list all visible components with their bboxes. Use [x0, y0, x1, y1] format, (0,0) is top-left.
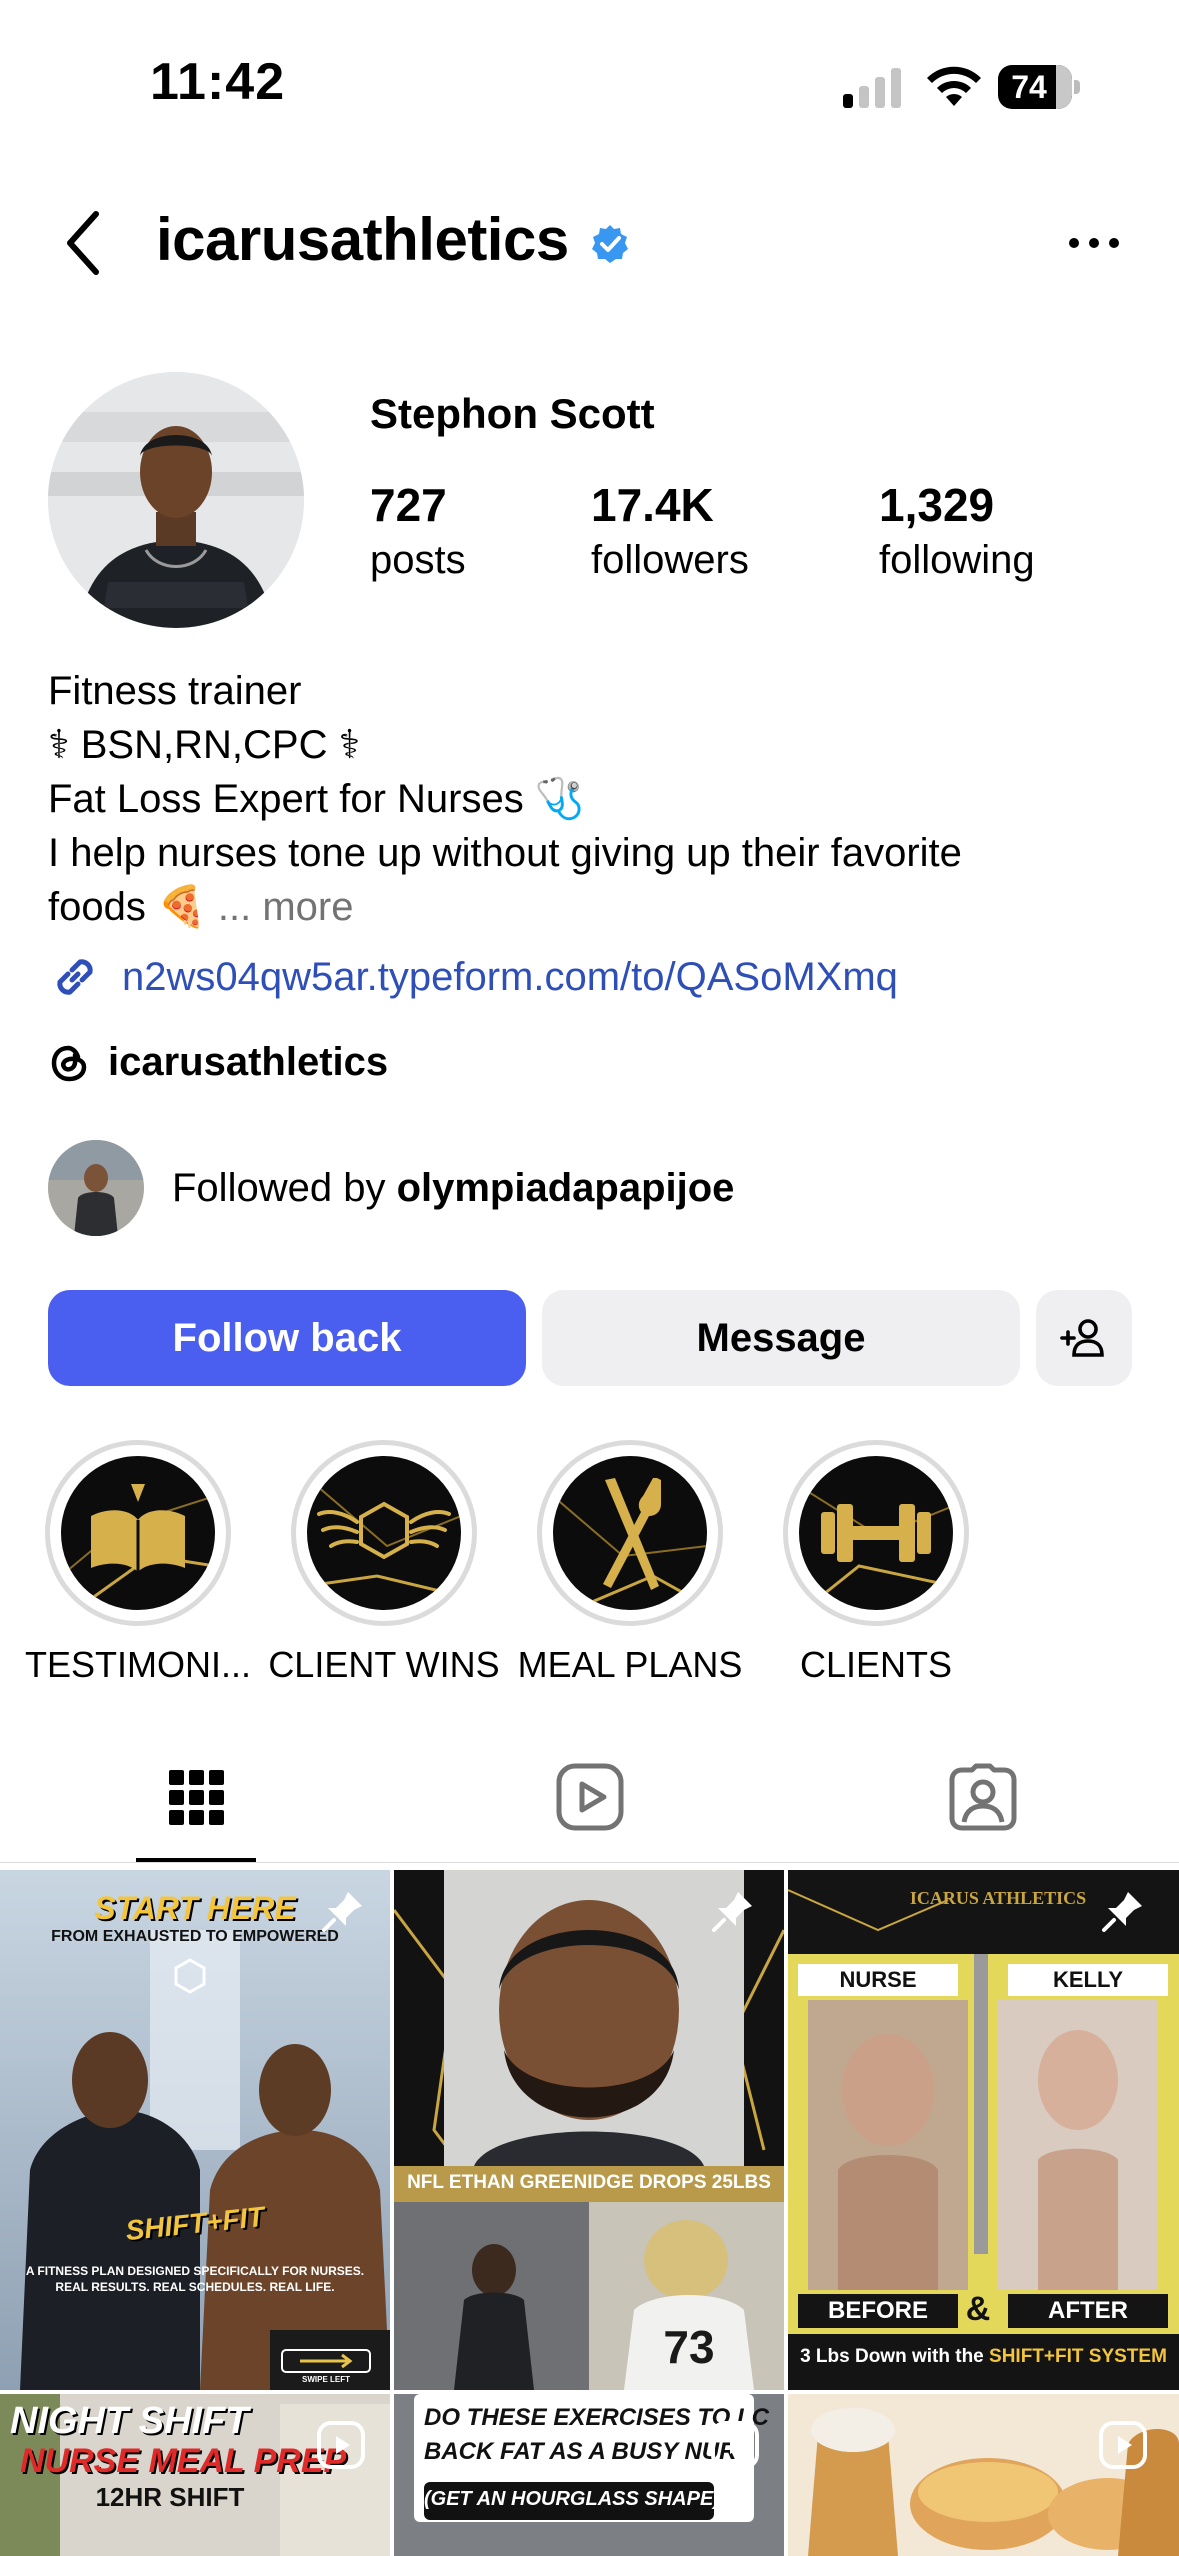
posts-count: 727: [370, 479, 447, 531]
post-tile-2[interactable]: NFL ETHAN GREENIDGE DROPS 25LBS 73: [394, 1870, 784, 2390]
book-icon: [61, 1484, 215, 1608]
post-4-line-2: NURSE MEAL PREP: [20, 2442, 347, 2480]
profile-link[interactable]: n2ws04qw5ar.typeform.com/to/QASoMXmq: [48, 950, 898, 1004]
reel-icon: [1099, 2421, 1147, 2469]
post-2-jersey: 73: [663, 2321, 715, 2373]
post-3-brand: ICARUS ATHLETICS: [909, 1888, 1087, 1908]
followed-by-text: Followed by olympiadapapijoe: [172, 1166, 734, 1211]
highlight-label: TESTIMONI...: [24, 1644, 252, 1685]
threads-handle: icarusathletics: [108, 1040, 389, 1084]
followers-stat[interactable]: 17.4K followers: [591, 478, 749, 583]
threads-icon: [51, 1045, 87, 1081]
post-1-caption-1: A FITNESS PLAN DESIGNED SPECIFICALLY FOR…: [25, 2264, 365, 2278]
threads-badge[interactable]: icarusathletics: [48, 1040, 388, 1085]
post-3-right-label: KELLY: [1008, 1964, 1168, 1996]
post-5-line-3: (GET AN HOURGLASS SHAPE): [424, 2488, 720, 2510]
dumbbell-icon: [799, 1485, 953, 1608]
add-person-icon: [1060, 1319, 1104, 1357]
reels-tab-icon[interactable]: [555, 1762, 625, 1832]
highlight-label: MEAL PLANS: [517, 1644, 743, 1685]
bio-line-1: ⚕ BSN,RN,CPC ⚕: [48, 723, 361, 767]
profile-category: Fitness trainer: [48, 669, 302, 713]
highlight-clients[interactable]: CLIENTS: [776, 1440, 976, 1685]
follow-back-button[interactable]: Follow back: [48, 1290, 526, 1386]
wifi-icon: [927, 66, 981, 106]
highlight-label: CLIENTS: [799, 1644, 953, 1685]
followers-label: followers: [591, 538, 749, 582]
mutual-follower-avatar: [48, 1140, 144, 1236]
post-3-before: BEFORE: [798, 2294, 958, 2328]
profile-full-name: Stephon Scott: [370, 390, 655, 437]
reel-icon: [711, 2421, 759, 2469]
reel-icon: [317, 2421, 365, 2469]
tagged-tab-icon[interactable]: [948, 1762, 1018, 1832]
post-3-left-label: NURSE: [798, 1964, 958, 1996]
highlight-label: CLIENT WINS: [268, 1644, 500, 1685]
wings-icon: [307, 1485, 461, 1598]
battery-level: 74: [1011, 69, 1047, 105]
post-5-line-2: BACK FAT AS A BUSY NUR: [424, 2438, 737, 2465]
bio-line-4: foods 🍕 ... more: [48, 880, 354, 934]
post-3-caption: 3 Lbs Down with the SHIFT+FIT SYSTEM: [788, 2346, 1179, 2368]
bio-line-3: I help nurses tone up without giving up …: [48, 831, 962, 875]
bio-more-link[interactable]: ... more: [218, 885, 354, 929]
highlight-meal-plans[interactable]: MEAL PLANS: [518, 1440, 742, 1685]
post-4-line-1: NIGHT SHIFT: [10, 2400, 249, 2442]
profile-avatar[interactable]: [48, 372, 304, 628]
grid-posts-tab-icon[interactable]: [161, 1762, 231, 1832]
profile-link-text: n2ws04qw5ar.typeform.com/to/QASoMXmq: [122, 954, 898, 999]
following-count: 1,329: [879, 479, 995, 531]
followed-by[interactable]: Followed by olympiadapapijoe: [48, 1140, 734, 1236]
followers-count: 17.4K: [591, 479, 714, 531]
back-arrow-icon[interactable]: [62, 210, 104, 276]
bio-line-4-text: foods 🍕: [48, 885, 207, 929]
highlight-client-wins[interactable]: CLIENT WINS: [268, 1440, 500, 1685]
following-label: following: [879, 538, 1035, 582]
followed-by-prefix: Followed by: [172, 1165, 397, 1210]
post-3-caption-b: SHIFT+FIT SYSTEM: [989, 2346, 1167, 2367]
more-options-icon[interactable]: [1068, 225, 1120, 261]
post-tile-1[interactable]: START HERE FROM EXHAUSTED TO EMPOWERED S…: [0, 1870, 390, 2390]
pinned-icon: [712, 1892, 752, 1932]
following-stat[interactable]: 1,329 following: [879, 478, 1035, 583]
post-tile-6[interactable]: [788, 2394, 1179, 2556]
post-tile-4[interactable]: NIGHT SHIFT NURSE MEAL PREP 12HR SHIFT: [0, 2394, 390, 2556]
message-button[interactable]: Message: [542, 1290, 1020, 1386]
post-tile-3[interactable]: ICARUS ATHLETICS NURSE KELLY BEFORE & AF…: [788, 1870, 1179, 2390]
post-3-caption-a: 3 Lbs Down with the: [800, 2346, 990, 2367]
cellular-signal-icon: [843, 68, 901, 108]
post-1-swipe: SWIPE LEFT: [302, 2375, 350, 2384]
followed-by-name: olympiadapapijoe: [396, 1165, 735, 1210]
profile-username: icarusathletics: [156, 206, 569, 273]
posts-stat[interactable]: 727 posts: [370, 478, 466, 583]
tabs-divider: [0, 1862, 1179, 1863]
post-3-amp: &: [965, 2290, 991, 2328]
post-tile-5[interactable]: DO THESE EXERCISES TO LC BACK FAT AS A B…: [394, 2394, 784, 2556]
verified-badge-icon: [592, 225, 628, 263]
post-2-banner: NFL ETHAN GREENIDGE DROPS 25LBS: [407, 2172, 771, 2193]
fork-knife-icon: [553, 1478, 707, 1610]
link-icon: [57, 959, 93, 995]
status-time: 11:42: [150, 53, 286, 111]
post-1-caption-2: REAL RESULTS. REAL SCHEDULES. REAL LIFE.: [55, 2280, 335, 2294]
pinned-icon: [322, 1892, 362, 1932]
highlight-testimonials[interactable]: TESTIMONI...: [25, 1440, 251, 1685]
pinned-icon: [1102, 1892, 1142, 1932]
post-3-after: AFTER: [1008, 2294, 1168, 2328]
bio-line-2: Fat Loss Expert for Nurses 🩺: [48, 777, 585, 821]
posts-label: posts: [370, 538, 466, 582]
post-4-line-3: 12HR SHIFT: [95, 2482, 245, 2512]
battery-icon: 74: [998, 65, 1080, 109]
post-5-line-1: DO THESE EXERCISES TO LC: [424, 2404, 769, 2431]
suggested-users-button[interactable]: [1036, 1290, 1132, 1386]
